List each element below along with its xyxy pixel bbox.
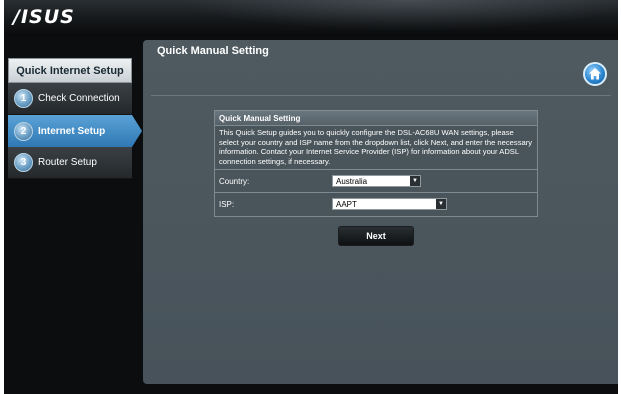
divider	[151, 95, 611, 96]
country-value: Australia	[336, 176, 368, 186]
sidebar-item-label: Router Setup	[38, 157, 97, 168]
country-label: Country:	[219, 176, 250, 186]
isp-row: ISP: AAPT ▼	[215, 192, 537, 215]
top-banner: /ISUS	[4, 0, 618, 36]
country-row: Country: Australia ▼	[215, 169, 537, 192]
app-window: /ISUS Quick Internet Setup 1 Check Conne…	[4, 0, 618, 394]
sidebar-item-check-connection[interactable]: 1 Check Connection	[8, 83, 132, 115]
panel-title: Quick Manual Setting	[215, 111, 537, 126]
main-content: Quick Manual Setting Quick Manual Settin…	[143, 40, 618, 384]
isp-select[interactable]: AAPT ▼	[332, 198, 447, 210]
sidebar: Quick Internet Setup 1 Check Connection …	[8, 58, 142, 179]
sidebar-item-label: Check Connection	[38, 93, 120, 104]
sidebar-item-internet-setup[interactable]: 2 Internet Setup	[8, 115, 142, 147]
chevron-down-icon: ▼	[436, 199, 446, 209]
settings-panel: Quick Manual Setting This Quick Setup gu…	[214, 110, 538, 217]
page-title: Quick Manual Setting	[157, 45, 269, 57]
next-button[interactable]: Next	[338, 226, 414, 246]
panel-description: This Quick Setup guides you to quickly c…	[219, 128, 533, 166]
sidebar-title: Quick Internet Setup	[8, 58, 132, 83]
isp-label: ISP:	[219, 199, 235, 209]
isp-value: AAPT	[336, 199, 357, 209]
country-select[interactable]: Australia ▼	[332, 175, 421, 187]
step-number-icon: 2	[14, 121, 33, 141]
sidebar-item-label: Internet Setup	[38, 125, 106, 137]
asus-logo: /ISUS	[13, 6, 75, 28]
home-icon	[589, 68, 601, 80]
step-number-icon: 3	[14, 153, 33, 172]
sidebar-item-router-setup[interactable]: 3 Router Setup	[8, 147, 132, 179]
step-number-icon: 1	[14, 89, 33, 108]
chevron-down-icon: ▼	[410, 176, 420, 186]
home-button[interactable]	[583, 62, 607, 86]
